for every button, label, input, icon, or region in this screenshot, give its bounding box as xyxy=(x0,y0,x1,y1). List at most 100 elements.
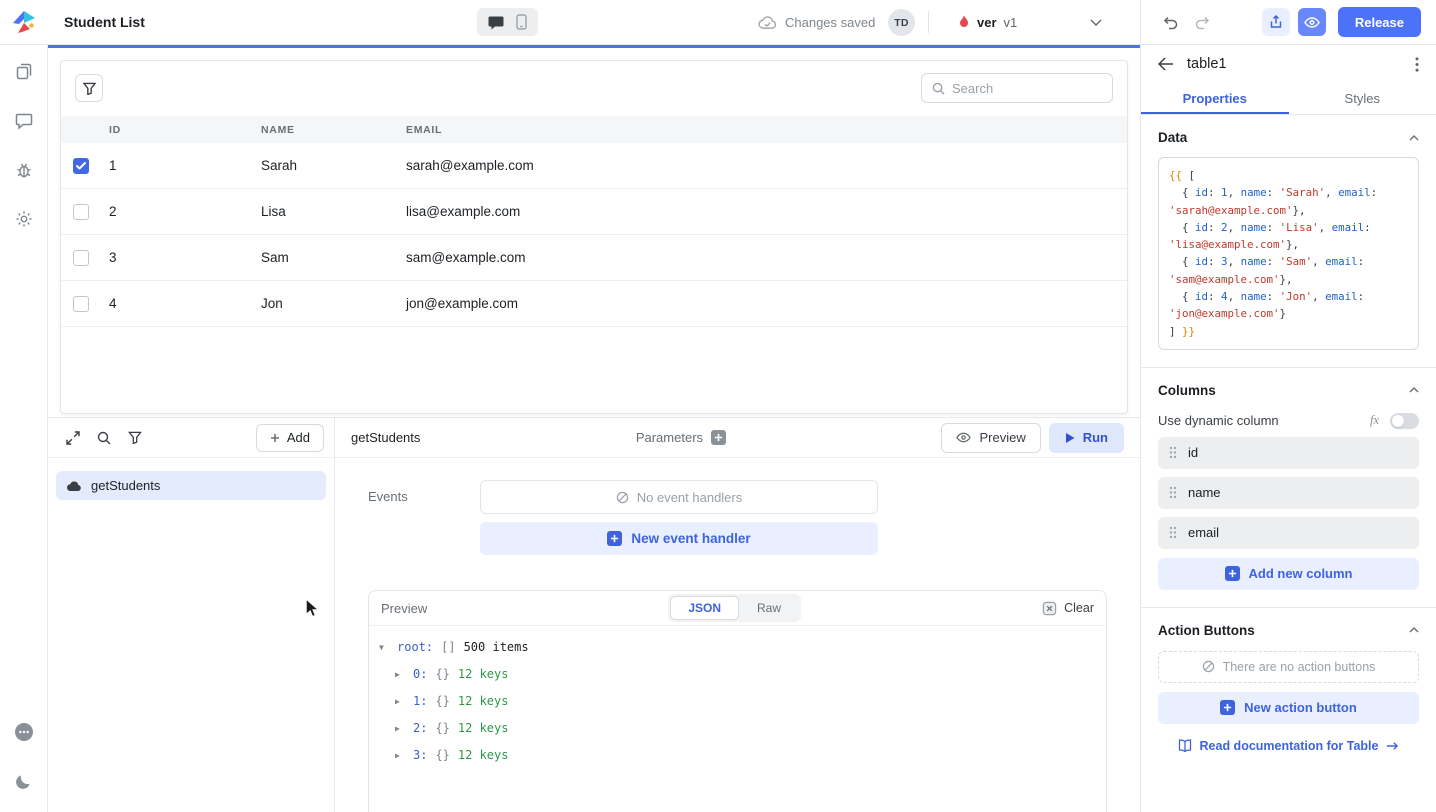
json-tree-row[interactable]: ▶ 0: {} 12 keys xyxy=(395,667,1096,681)
preview-app-button[interactable] xyxy=(1298,8,1326,36)
mobile-toggle-icon[interactable] xyxy=(516,14,527,30)
json-tree-row[interactable]: ▶ 3: {} 12 keys xyxy=(395,748,1096,762)
table-widget[interactable]: ID NAME EMAIL 1 Sarah sarah@example.com … xyxy=(60,60,1128,414)
query-filter-icon[interactable] xyxy=(128,431,142,444)
query-panel-expand-icon[interactable] xyxy=(66,431,80,445)
table-search-input[interactable] xyxy=(952,81,1102,96)
table-row[interactable]: 1 Sarah sarah@example.com xyxy=(61,143,1127,189)
query-editor-header: getStudents Parameters Preview Run xyxy=(335,418,1140,458)
release-button[interactable]: Release xyxy=(1338,7,1421,37)
run-query-label: Run xyxy=(1083,430,1108,445)
user-avatar[interactable]: TD xyxy=(888,9,915,36)
undo-button[interactable] xyxy=(1156,8,1184,36)
version-value: v1 xyxy=(1004,15,1018,30)
table-filter-button[interactable] xyxy=(75,74,103,102)
read-docs-link[interactable]: Read documentation for Table xyxy=(1158,739,1419,753)
tab-styles[interactable]: Styles xyxy=(1289,83,1436,114)
row-checkbox[interactable] xyxy=(73,250,89,266)
column-item[interactable]: name xyxy=(1158,477,1419,509)
collapse-arrow-icon[interactable]: ▼ xyxy=(379,643,389,652)
autosave-status: Changes saved xyxy=(758,0,875,44)
query-search-icon[interactable] xyxy=(97,431,111,445)
expand-arrow-icon[interactable]: ▶ xyxy=(395,670,405,679)
sidebar-item-help-chat[interactable] xyxy=(9,717,39,747)
eye-icon xyxy=(956,432,971,443)
sidebar-item-settings[interactable] xyxy=(9,204,39,234)
sidebar-item-debugger[interactable] xyxy=(9,155,39,185)
app-logo[interactable] xyxy=(0,0,48,44)
json-root-row[interactable]: ▼ root: [] 500 items xyxy=(379,640,1096,654)
documentation-icon xyxy=(1178,739,1192,752)
comments-toggle-icon[interactable] xyxy=(488,15,504,30)
topbar: Student List Changes saved TD ver v1 xyxy=(0,0,1436,45)
column-header-id[interactable]: ID xyxy=(109,124,261,136)
parameters-label: Parameters xyxy=(636,430,703,445)
expand-arrow-icon[interactable]: ▶ xyxy=(395,697,405,706)
tab-properties[interactable]: Properties xyxy=(1141,83,1289,114)
app-title: Student List xyxy=(64,0,145,44)
json-tree-row[interactable]: ▶ 2: {} 12 keys xyxy=(395,721,1096,735)
back-button[interactable] xyxy=(1158,57,1174,71)
canvas-mode-toggle[interactable] xyxy=(477,8,538,36)
sidebar-item-pages[interactable] xyxy=(9,57,39,87)
preview-query-button[interactable]: Preview xyxy=(941,423,1040,453)
clear-button[interactable]: Clear xyxy=(1042,601,1094,616)
arrow-right-icon xyxy=(1386,741,1399,751)
plus-icon xyxy=(607,531,622,546)
app-canvas[interactable]: ID NAME EMAIL 1 Sarah sarah@example.com … xyxy=(48,45,1140,417)
expand-arrow-icon[interactable]: ▶ xyxy=(395,724,405,733)
sidebar-item-theme-toggle[interactable] xyxy=(9,766,39,796)
new-event-handler-button[interactable]: New event handler xyxy=(480,522,878,555)
preview-panel-header: Preview JSON Raw Clear xyxy=(369,591,1106,626)
undo-icon xyxy=(1162,15,1179,30)
data-code-editor[interactable]: {{ [ { id: 1, name: 'Sarah', email:'sara… xyxy=(1158,157,1419,350)
column-item[interactable]: id xyxy=(1158,437,1419,469)
table-header: ID NAME EMAIL xyxy=(61,116,1127,143)
tooljet-logo-icon xyxy=(11,9,37,35)
more-options-button[interactable] xyxy=(1415,57,1419,72)
widget-name[interactable]: table1 xyxy=(1187,56,1227,72)
collapse-section-icon[interactable] xyxy=(1409,135,1419,141)
collapse-section-icon[interactable] xyxy=(1409,627,1419,633)
new-action-button[interactable]: New action button xyxy=(1158,692,1419,724)
fx-icon[interactable]: fx xyxy=(1370,413,1379,428)
column-header-email[interactable]: EMAIL xyxy=(406,124,1127,136)
drag-handle-icon xyxy=(1169,526,1177,539)
cell-id: 3 xyxy=(109,250,261,265)
query-name: getStudents xyxy=(91,478,160,493)
query-list-item[interactable]: getStudents xyxy=(56,471,326,500)
row-checkbox[interactable] xyxy=(73,158,89,174)
column-item[interactable]: email xyxy=(1158,517,1419,549)
collapse-section-icon[interactable] xyxy=(1409,387,1419,393)
query-title[interactable]: getStudents xyxy=(351,430,420,445)
dynamic-column-toggle[interactable] xyxy=(1390,413,1419,429)
add-parameter-button[interactable] xyxy=(711,430,726,445)
json-tree-row[interactable]: ▶ 1: {} 12 keys xyxy=(395,694,1096,708)
data-section-title: Data xyxy=(1158,130,1187,145)
query-editor-body: Events No event handlers New event handl… xyxy=(335,458,1140,812)
preview-tab-json[interactable]: JSON xyxy=(670,596,739,620)
preview-tab-raw[interactable]: Raw xyxy=(739,596,799,620)
add-new-column-button[interactable]: Add new column xyxy=(1158,558,1419,590)
add-query-button[interactable]: Add xyxy=(256,424,324,452)
json-root-count: 500 items xyxy=(464,640,529,654)
table-toolbar xyxy=(61,61,1127,116)
run-query-button[interactable]: Run xyxy=(1049,423,1124,453)
table-row[interactable]: 4 Jon jon@example.com xyxy=(61,281,1127,327)
pages-icon xyxy=(15,63,33,81)
version-selector[interactable]: ver v1 xyxy=(958,0,1017,44)
gear-icon xyxy=(15,210,33,228)
row-checkbox[interactable] xyxy=(73,204,89,220)
table-row[interactable]: 2 Lisa lisa@example.com xyxy=(61,189,1127,235)
table-search[interactable] xyxy=(921,73,1113,103)
row-checkbox[interactable] xyxy=(73,296,89,312)
action-buttons-section: Action Buttons There are no action butto… xyxy=(1141,608,1436,770)
json-tree: ▼ root: [] 500 items ▶ 0: {} 12 keys ▶ 1… xyxy=(369,626,1106,789)
redo-button[interactable] xyxy=(1188,8,1216,36)
expand-arrow-icon[interactable]: ▶ xyxy=(395,751,405,760)
sidebar-item-comments[interactable] xyxy=(9,106,39,136)
column-header-name[interactable]: NAME xyxy=(261,124,406,136)
table-row[interactable]: 3 Sam sam@example.com xyxy=(61,235,1127,281)
version-dropdown-chevron-icon[interactable] xyxy=(1090,19,1102,26)
share-button[interactable] xyxy=(1262,8,1290,36)
